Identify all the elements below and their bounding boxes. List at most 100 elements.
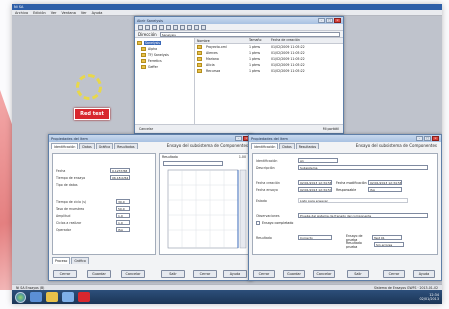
address-input[interactable]: Sanelysis xyxy=(159,31,340,37)
file-explorer-window: Abrir Sanelysis – □ × Dirección Sanelysi… xyxy=(134,16,344,134)
paste-icon[interactable] xyxy=(187,25,192,30)
help-button[interactable]: Ayuda xyxy=(413,270,435,278)
clock-date[interactable]: 02/01/2013 xyxy=(419,297,439,301)
tab-identification[interactable]: Identificación xyxy=(51,143,79,149)
forward-icon[interactable] xyxy=(145,25,150,30)
result-select[interactable]: Correcto xyxy=(298,235,332,240)
folder-icon xyxy=(141,65,146,69)
folder-icon xyxy=(141,47,146,51)
exit-button[interactable]: Salir xyxy=(347,270,369,278)
tab-results[interactable]: Resultados xyxy=(114,143,138,149)
field-row: Resultado prueba Sin errores xyxy=(256,241,434,249)
state-field: Listo para ensayar xyxy=(298,198,408,203)
column-header-name[interactable]: Nombre xyxy=(195,38,247,43)
menu-item-window[interactable]: Ventana xyxy=(61,11,75,15)
tab-chart[interactable]: Gráfica xyxy=(95,143,114,149)
close-button-2[interactable]: Cerrar xyxy=(193,270,217,278)
field-row: Fecha ensayo 02/01/2013 12:34:57 Responsab… xyxy=(256,186,434,193)
copy-icon[interactable] xyxy=(180,25,185,30)
menu-item-file[interactable]: Archivo xyxy=(15,11,28,15)
exit-button[interactable]: Salir xyxy=(161,270,185,278)
tab-data[interactable]: Datos xyxy=(279,143,295,149)
taskbar-app-icon[interactable] xyxy=(78,292,90,302)
plot-scrollbar[interactable] xyxy=(239,169,247,249)
taskbar-folder-icon[interactable] xyxy=(46,292,58,302)
cancel-button[interactable]: Cancelar xyxy=(121,270,145,278)
folder-icon xyxy=(141,53,146,57)
start-button-icon[interactable] xyxy=(15,291,26,303)
minimize-icon[interactable]: – xyxy=(416,136,423,141)
cycles-field[interactable]: 1.0 xyxy=(116,220,130,225)
delete-icon[interactable] xyxy=(194,25,199,30)
maximize-icon[interactable]: □ xyxy=(326,18,333,23)
properties-dialog-left: Propiedades del ítem – × Identificación … xyxy=(48,134,253,281)
minimize-icon[interactable]: – xyxy=(318,18,325,23)
folders-icon[interactable] xyxy=(166,25,171,30)
taskbar: 12:34 02/01/2013 xyxy=(12,290,442,304)
field-row: Observaciones Prueba del sistema de frena… xyxy=(256,212,434,219)
up-folder-icon[interactable] xyxy=(152,25,157,30)
explorer-body: Sanelysis Alpha TF/ Sanelysis Ferretics … xyxy=(135,38,343,125)
chart-selector[interactable] xyxy=(163,161,223,166)
close-button[interactable]: Cerrar xyxy=(253,270,275,278)
tab-identification[interactable]: Identificación xyxy=(251,143,279,149)
tab-process[interactable]: Proceso xyxy=(52,257,71,264)
maximize-icon[interactable]: □ xyxy=(424,136,431,141)
identification-field[interactable]: A1 xyxy=(298,158,338,163)
description-field[interactable]: Subsistema xyxy=(298,165,428,170)
field-row: Tiempo de ciclo (s) 30.0 xyxy=(56,198,152,205)
undo-icon[interactable] xyxy=(201,25,206,30)
tab-results[interactable]: Resultados xyxy=(295,143,320,149)
date-field[interactable]: 0.1237/68 xyxy=(110,168,130,173)
search-icon[interactable] xyxy=(159,25,164,30)
close-button-2[interactable]: Cerrar xyxy=(383,270,405,278)
folder-icon xyxy=(197,57,202,61)
help-button[interactable]: Ayuda xyxy=(223,270,247,278)
minimize-icon[interactable]: – xyxy=(235,136,242,141)
field-row: Tiempo de ensayo 06.18.0/64 xyxy=(56,175,130,180)
close-icon[interactable]: × xyxy=(334,18,341,23)
responsible-field[interactable]: ISA xyxy=(368,187,402,192)
cancel-button[interactable]: Cancelar xyxy=(313,270,335,278)
views-icon[interactable] xyxy=(173,25,178,30)
trial-result-field[interactable]: Sin errores xyxy=(374,242,404,247)
menu-item-edit[interactable]: Edición xyxy=(33,11,46,15)
tab-data[interactable]: Datos xyxy=(79,143,95,149)
dialog-title: Propiedades del ítem xyxy=(51,136,88,141)
menu-item-view-2[interactable]: Ver xyxy=(81,11,87,15)
close-icon[interactable]: × xyxy=(432,136,439,141)
amplitude-field[interactable]: 1.0 xyxy=(116,213,130,218)
observations-field[interactable]: Prueba del sistema de frenado del compon… xyxy=(298,213,428,218)
creation-date-field[interactable]: 02/01/2013 12:34:56 xyxy=(298,180,332,185)
column-header-size[interactable]: Tamaño xyxy=(247,38,269,43)
status-left: Cancelar xyxy=(139,127,154,131)
taskbar-app-icon[interactable] xyxy=(30,292,42,302)
file-row[interactable]: Recursos 1 ptms 01/02/2009 11:05:22 xyxy=(195,68,343,74)
test-date-field[interactable]: 02/01/2013 12:34:57 xyxy=(298,187,332,192)
dialog-heading: Ensayo del subsistema de Componentes xyxy=(355,143,437,148)
status-alarm-button[interactable]: Red test xyxy=(74,108,110,120)
cycle-time-field[interactable]: 30.0 xyxy=(116,199,130,204)
close-button[interactable]: Cerrar xyxy=(53,270,77,278)
sample-rate-field[interactable]: 50.0 xyxy=(116,206,130,211)
back-icon[interactable] xyxy=(138,25,143,30)
trial-field[interactable]: Test 01 xyxy=(372,235,402,240)
taskbar-app-icon[interactable] xyxy=(62,292,74,302)
operator-field[interactable]: ISA xyxy=(116,227,130,232)
menu-item-view[interactable]: Ver xyxy=(51,11,57,15)
column-header-date[interactable]: Fecha de creación xyxy=(269,38,309,43)
menu-item-help[interactable]: Ayuda xyxy=(92,11,103,15)
save-button[interactable]: Guardar xyxy=(283,270,305,278)
completed-checkbox[interactable] xyxy=(256,220,260,225)
time-field[interactable]: 06.18.0/64 xyxy=(110,175,130,180)
chart-label: Resultado xyxy=(162,155,178,159)
folder-icon xyxy=(137,41,142,45)
dialog-heading: Ensayo del subsistema de Componentes xyxy=(166,143,248,148)
save-button[interactable]: Guardar xyxy=(87,270,111,278)
address-label: Dirección xyxy=(138,31,157,37)
field-row: Fecha creación 02/01/2013 12:34:56 Fecha m… xyxy=(256,180,402,185)
tree-item[interactable]: Geffer xyxy=(137,64,192,70)
modified-date-field[interactable]: 02/01/2013 12:34:56 xyxy=(368,180,402,185)
explorer-toolbar xyxy=(135,24,343,31)
tab-graph[interactable]: Gráfico xyxy=(71,257,89,264)
